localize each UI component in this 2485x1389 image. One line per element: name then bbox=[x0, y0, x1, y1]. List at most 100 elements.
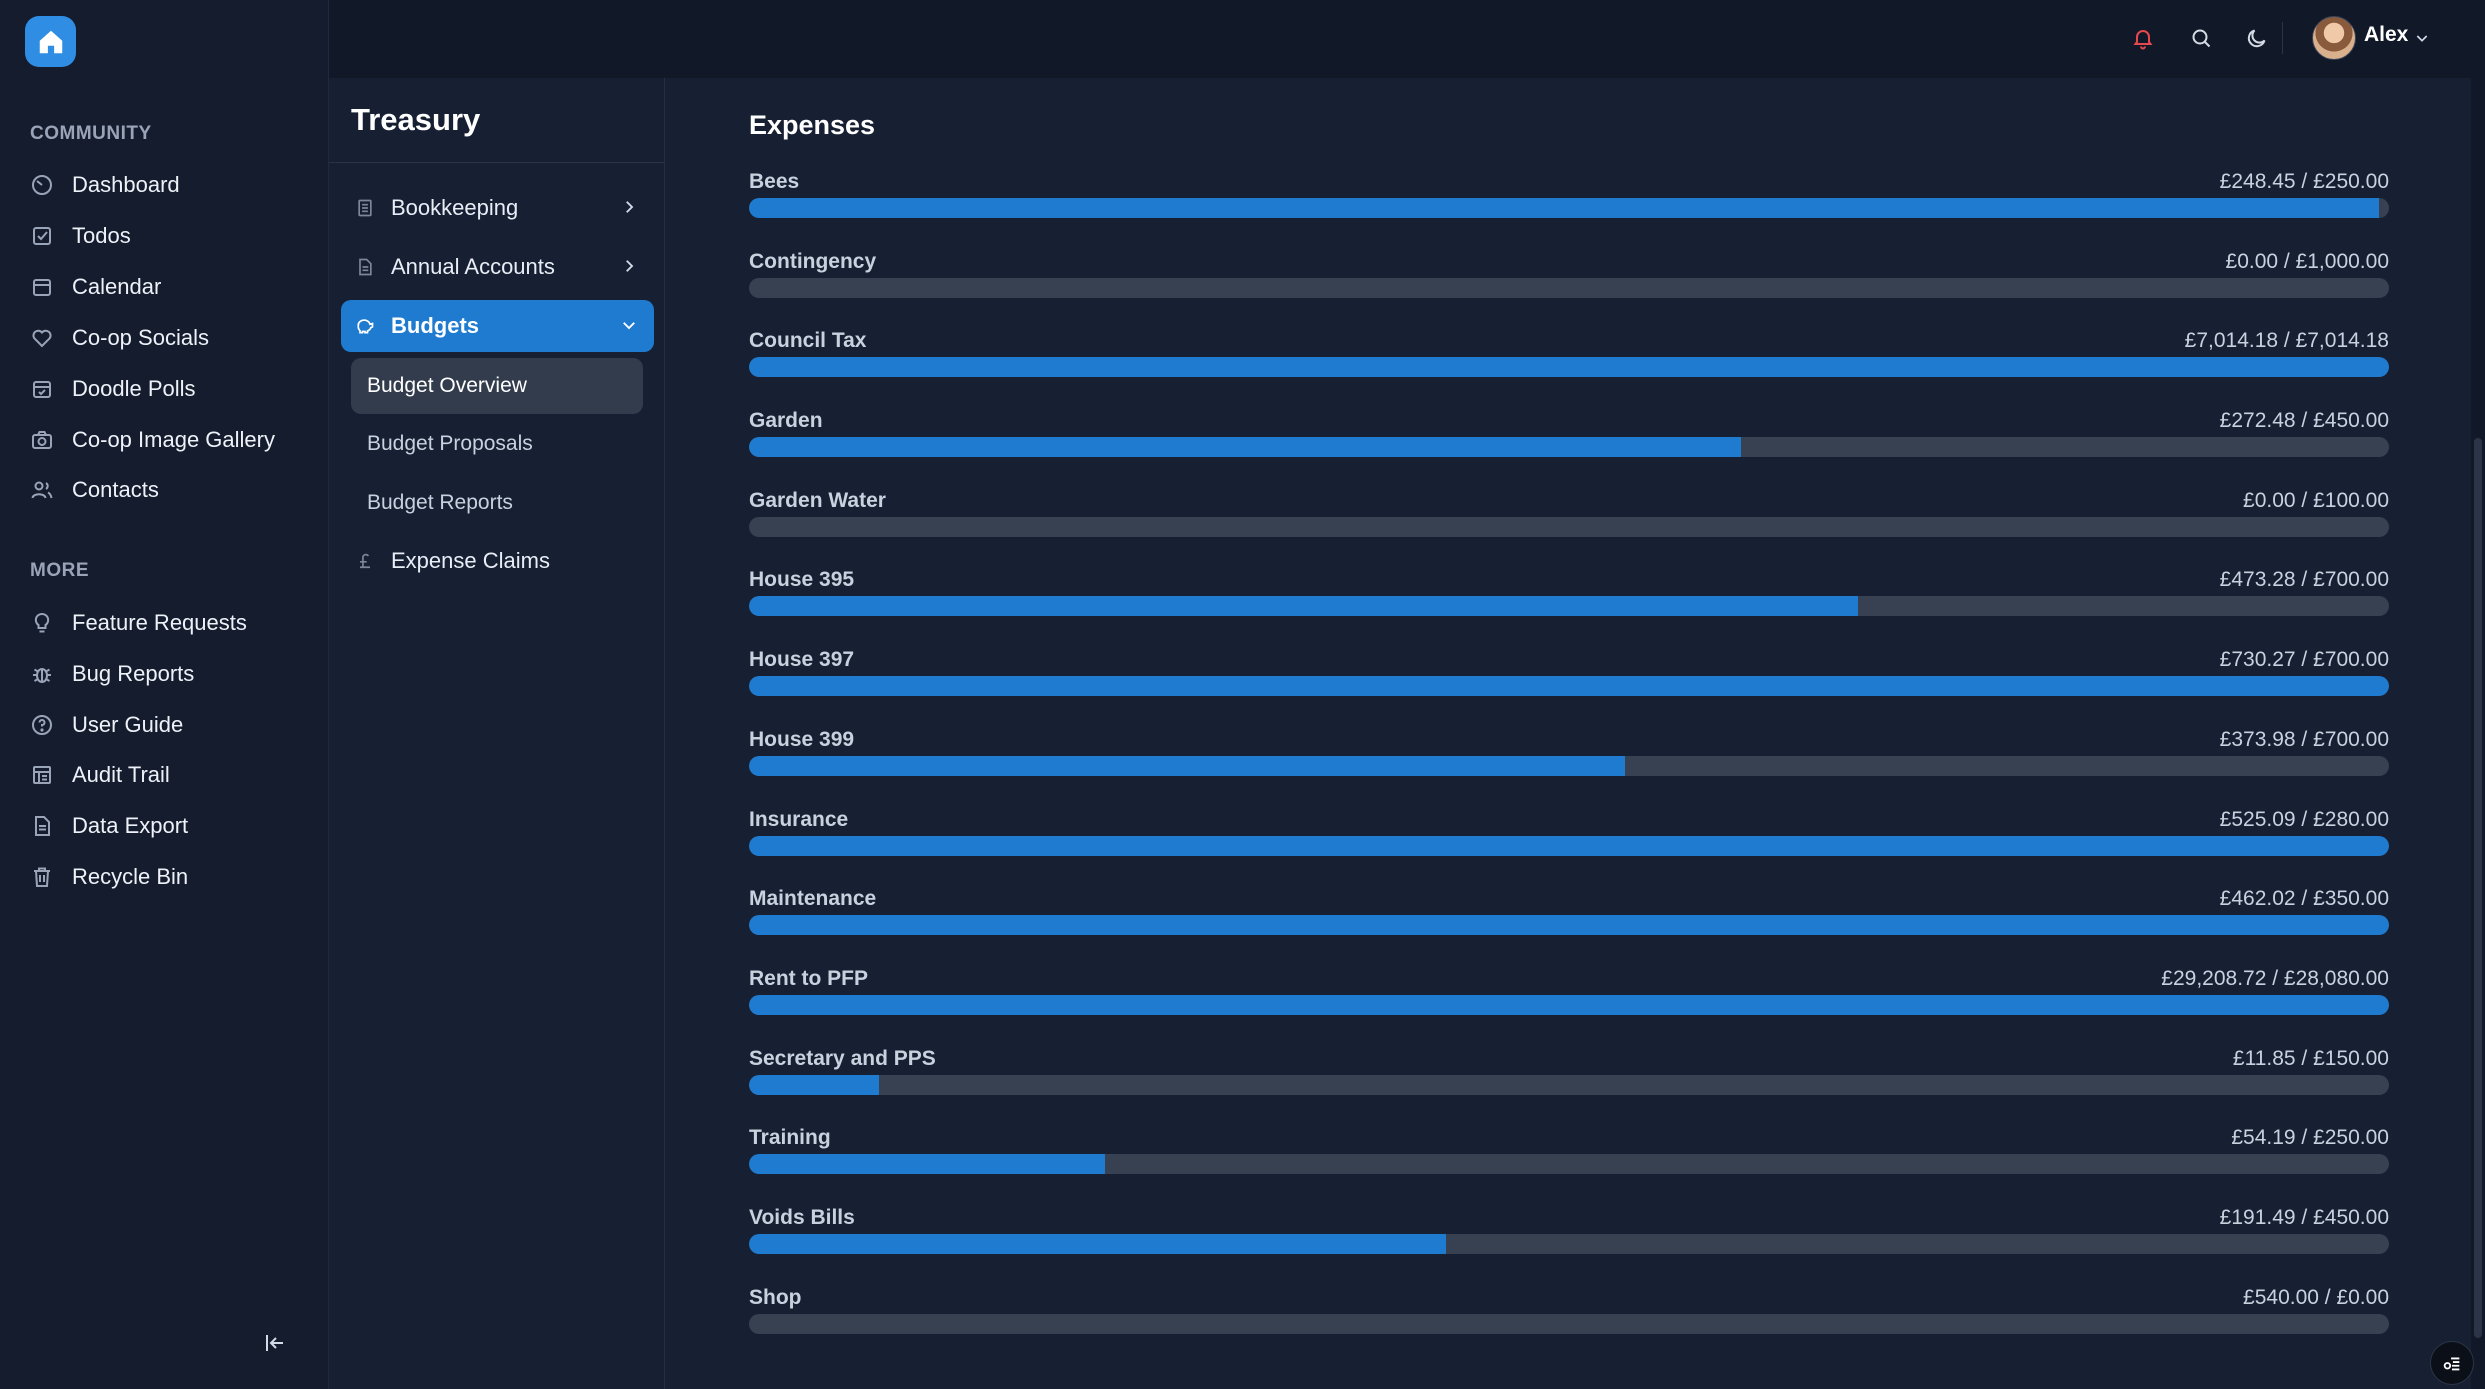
main-sidebar: COMMUNITY Dashboard Todos Calendar Co-op… bbox=[0, 0, 329, 1389]
more-section-label: MORE bbox=[30, 560, 89, 581]
sidebar-item-bug-reports[interactable]: Bug Reports bbox=[30, 654, 194, 694]
sidebar-item-label: Recycle Bin bbox=[72, 864, 189, 889]
chevron-right-icon bbox=[626, 260, 634, 272]
budget-label: Secretary and PPS bbox=[749, 1046, 936, 1070]
sidebar-item-user-guide[interactable]: User Guide bbox=[30, 705, 183, 745]
budget-row: Shop £540.00 / £0.00 bbox=[749, 1286, 2389, 1366]
trash-icon bbox=[34, 867, 50, 887]
budget-progress-bar bbox=[749, 357, 2389, 378]
sidebar-item-dashboard[interactable]: Dashboard bbox=[30, 165, 180, 205]
treasury-subnav: Treasury Bookkeeping Annual Accounts Bud… bbox=[329, 78, 665, 1389]
budget-progress-bar bbox=[749, 1074, 2389, 1095]
budget-label: Shop bbox=[749, 1285, 802, 1309]
lightbulb-icon bbox=[34, 612, 50, 633]
budget-progress-bar bbox=[749, 437, 2389, 458]
budget-row: Training £54.19 / £250.00 bbox=[749, 1126, 2389, 1206]
sidebar-item-label: Calendar bbox=[72, 274, 162, 299]
budget-label: Voids Bills bbox=[749, 1205, 855, 1229]
budget-progress-fill bbox=[749, 357, 2389, 378]
heart-icon bbox=[32, 329, 52, 348]
budget-row: Council Tax £7,014.18 / £7,014.18 bbox=[749, 329, 2389, 409]
budget-label: Council Tax bbox=[749, 329, 867, 353]
budget-progress-fill bbox=[749, 1074, 879, 1095]
notifications-button[interactable] bbox=[2127, 22, 2159, 54]
sidebar-item-doodle-polls[interactable]: Doodle Polls bbox=[30, 369, 196, 409]
sidebar-item-co-op-socials[interactable]: Co-op Socials bbox=[30, 318, 209, 358]
sidebar-item-data-export[interactable]: Data Export bbox=[30, 806, 188, 846]
budget-progress-fill bbox=[749, 1233, 1446, 1254]
budget-row: House 397 £730.27 / £700.00 bbox=[749, 648, 2389, 728]
sidebar-item-label: User Guide bbox=[72, 712, 184, 737]
sidebar-item-audit-trail[interactable]: Audit Trail bbox=[30, 755, 170, 795]
budget-row: Secretary and PPS £11.85 / £150.00 bbox=[749, 1047, 2389, 1127]
budget-value: £525.09 / £280.00 bbox=[2219, 807, 2389, 831]
subnav-item-bookkeeping[interactable]: Bookkeeping bbox=[341, 182, 654, 234]
sidebar-item-label: Audit Trail bbox=[72, 762, 170, 787]
topbar-divider bbox=[2282, 22, 2283, 54]
budget-row: House 399 £373.98 / £700.00 bbox=[749, 728, 2389, 808]
home-logo-icon[interactable] bbox=[25, 16, 76, 67]
budget-progress-bar bbox=[749, 755, 2389, 776]
ledger-icon bbox=[358, 199, 372, 217]
subnav-item-label: Annual Accounts bbox=[391, 254, 555, 279]
subnav-child-budget-reports[interactable]: Budget Reports bbox=[351, 475, 643, 531]
budget-label: Insurance bbox=[749, 807, 849, 831]
chevron-down-icon[interactable] bbox=[2414, 30, 2430, 51]
search-button[interactable] bbox=[2185, 22, 2217, 54]
avatar[interactable] bbox=[2312, 16, 2356, 60]
sidebar-item-label: Co-op Socials bbox=[72, 325, 209, 350]
budget-label: Contingency bbox=[749, 249, 877, 273]
subnav-item-budgets[interactable]: Budgets bbox=[341, 300, 654, 352]
bell-icon bbox=[2133, 30, 2153, 50]
toggle-widget-button[interactable] bbox=[2430, 1341, 2474, 1385]
sidebar-item-recycle-bin[interactable]: Recycle Bin bbox=[30, 857, 188, 897]
budget-label: Rent to PFP bbox=[749, 966, 868, 990]
camera-icon bbox=[32, 431, 52, 449]
sidebar-item-label: Doodle Polls bbox=[72, 376, 196, 401]
scrollbar[interactable] bbox=[2471, 78, 2485, 1389]
piggy-bank-icon bbox=[357, 319, 374, 334]
subnav-item-label: Budgets bbox=[391, 313, 479, 338]
budget-row: Garden Water £0.00 / £100.00 bbox=[749, 489, 2389, 569]
scrollbar-thumb[interactable] bbox=[2474, 438, 2482, 1338]
subnav-item-label: Bookkeeping bbox=[391, 195, 519, 220]
sidebar-item-co-op-image-gallery[interactable]: Co-op Image Gallery bbox=[30, 420, 275, 460]
budget-value: £29,208.72 / £28,080.00 bbox=[2161, 966, 2389, 990]
budget-progress-fill bbox=[749, 198, 2380, 218]
budget-progress-bar bbox=[749, 516, 2389, 537]
budget-row: House 395 £473.28 / £700.00 bbox=[749, 568, 2389, 648]
budget-progress-bar bbox=[749, 835, 2389, 856]
sidebar-item-contacts[interactable]: Contacts bbox=[30, 470, 159, 510]
budget-progress-fill bbox=[749, 1154, 1105, 1175]
budget-progress-bar bbox=[749, 596, 2389, 617]
community-section-label: COMMUNITY bbox=[30, 123, 152, 144]
sidebar-item-label: Contacts bbox=[72, 477, 159, 502]
subnav-item-expense-claims[interactable]: Expense Claims bbox=[341, 535, 654, 587]
sidebar-item-calendar[interactable]: Calendar bbox=[30, 267, 161, 307]
budget-label: Bees bbox=[749, 170, 800, 193]
subnav-item-annual-accounts[interactable]: Annual Accounts bbox=[341, 241, 654, 293]
sidebar-item-label: Todos bbox=[72, 223, 131, 248]
budget-value: £462.02 / £350.00 bbox=[2219, 887, 2389, 911]
budget-list: Bees £248.45 / £250.00 Contingency £0.00 / … bbox=[749, 170, 2389, 1365]
subnav-child-budget-proposals[interactable]: Budget Proposals bbox=[351, 416, 643, 472]
budget-value: £54.19 / £250.00 bbox=[2231, 1126, 2389, 1150]
budget-row: Garden £272.48 / £450.00 bbox=[749, 409, 2389, 489]
budget-value: £373.98 / £700.00 bbox=[2219, 727, 2389, 751]
collapse-sidebar-button[interactable] bbox=[260, 1328, 290, 1358]
budget-progress-fill bbox=[749, 835, 2389, 856]
subnav-title: Treasury bbox=[351, 102, 481, 137]
calendar-check-icon bbox=[33, 381, 51, 398]
users-icon bbox=[31, 481, 53, 499]
file-icon bbox=[35, 816, 50, 836]
sidebar-item-feature-requests[interactable]: Feature Requests bbox=[30, 603, 247, 643]
budget-label: Garden Water bbox=[749, 488, 886, 512]
theme-toggle-button[interactable] bbox=[2241, 22, 2273, 54]
budget-label: House 399 bbox=[749, 727, 855, 751]
sidebar-item-todos[interactable]: Todos bbox=[30, 216, 131, 256]
budget-progress-bar bbox=[749, 1233, 2389, 1254]
user-name[interactable]: Alex bbox=[2364, 23, 2408, 47]
sidebar-item-label: Data Export bbox=[72, 813, 189, 838]
budget-row: Insurance £525.09 / £280.00 bbox=[749, 808, 2389, 888]
subnav-child-budget-overview[interactable]: Budget Overview bbox=[351, 358, 643, 414]
